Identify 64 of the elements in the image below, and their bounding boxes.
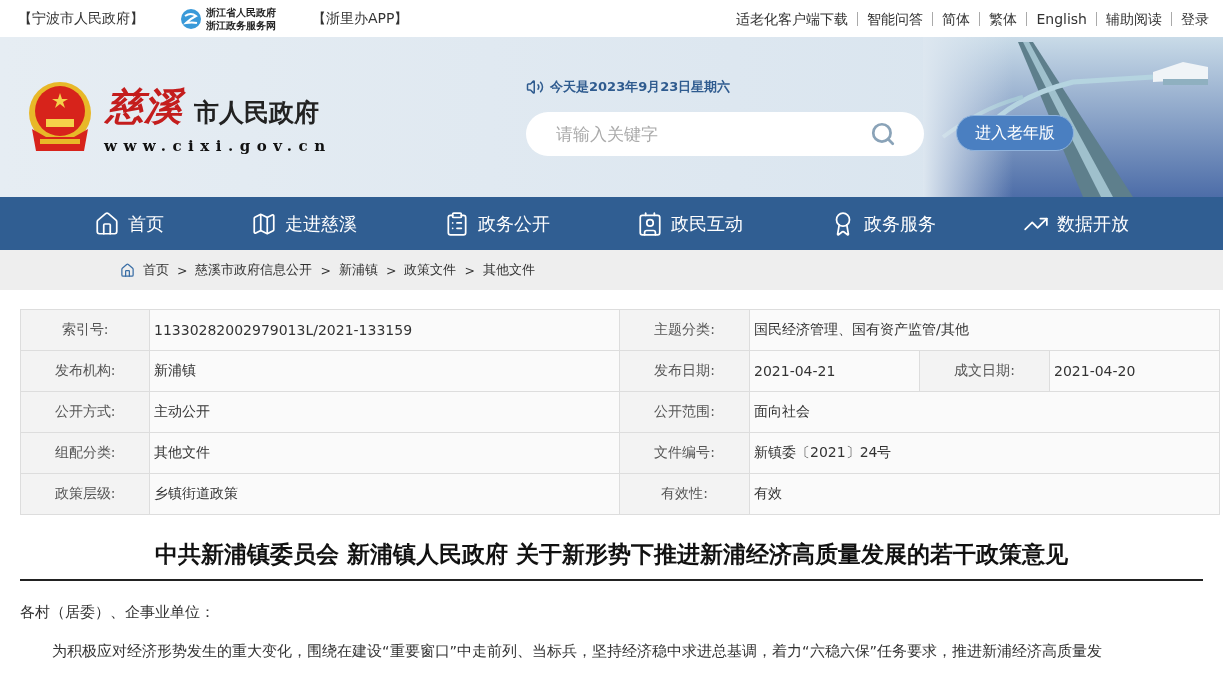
field-value: 主动公开	[150, 392, 620, 433]
field-value: 2021-04-21	[750, 351, 920, 392]
field-value: 新浦镇	[150, 351, 620, 392]
field-label: 发布机构:	[21, 351, 150, 392]
breadcrumb-separator: >	[464, 262, 475, 278]
field-value: 有效	[750, 474, 1220, 515]
field-value: 面向社会	[750, 392, 1220, 433]
field-label: 组配分类:	[21, 433, 150, 474]
field-value: 其他文件	[150, 433, 620, 474]
field-value: 乡镇街道政策	[150, 474, 620, 515]
breadcrumb-separator: >	[177, 262, 188, 278]
field-label: 发布日期:	[620, 351, 750, 392]
breadcrumb-link[interactable]: 慈溪市政府信息公开	[195, 261, 313, 279]
search-field[interactable]: 请输入关键字	[526, 112, 924, 156]
breadcrumb-separator: >	[385, 262, 397, 278]
field-label: 成文日期:	[920, 351, 1050, 392]
home-icon[interactable]	[120, 262, 135, 278]
nav-item[interactable]: 数据开放	[1023, 210, 1130, 237]
logo-text: 浙江省人民政府	[206, 5, 276, 19]
article-title: 中共新浦镇委员会 新浦镇人民政府 关于新形势下推进新浦经济高质量发展的若干政策意见	[20, 539, 1203, 581]
date-text: 今天是2023年9月23日星期六	[550, 78, 731, 96]
search-icon[interactable]	[870, 121, 896, 147]
top-link[interactable]: 【浙里办APP】	[312, 9, 409, 28]
logo-title: 市人民政府	[194, 97, 319, 129]
field-label: 政策层级:	[21, 474, 150, 515]
breadcrumb-link[interactable]: 首页	[143, 261, 169, 279]
field-label: 有效性:	[620, 474, 750, 515]
breadcrumb-link[interactable]: 新浦镇	[338, 261, 378, 279]
nav-item[interactable]: 政民互动	[637, 210, 744, 237]
nav-item[interactable]: 政务公开	[443, 210, 550, 237]
logo-text: 浙江政务服务网	[206, 18, 276, 32]
field-value: 2021-04-20	[1050, 351, 1220, 392]
breadcrumb-link[interactable]: 政策文件	[404, 261, 457, 279]
field-value: 11330282002979013L/2021-133159	[150, 310, 620, 351]
top-link[interactable]: 【宁波市人民政府】	[18, 9, 144, 28]
top-link[interactable]: 适老化客户端下载	[727, 11, 858, 26]
field-value: 新镇委〔2021〕24号	[750, 433, 1220, 474]
salutation: 各村（居委）、企事业单位：	[20, 603, 216, 622]
breadcrumb-separator: >	[320, 262, 331, 278]
contact-card-icon	[637, 210, 664, 237]
field-label: 主题分类:	[620, 310, 750, 351]
zhejiang-logo-icon	[180, 7, 202, 30]
nav-item[interactable]: 走进慈溪	[250, 210, 357, 237]
field-value: 国民经济管理、国有资产监管/其他	[750, 310, 1220, 351]
logo-calligraphy: 慈溪	[104, 79, 190, 133]
top-link[interactable]: English	[1026, 11, 1096, 26]
field-label: 索引号:	[21, 310, 150, 351]
nav-item[interactable]: 政务服务	[830, 210, 937, 237]
nav-item[interactable]: 首页	[93, 210, 164, 237]
field-label: 文件编号:	[620, 433, 750, 474]
field-label: 公开范围:	[620, 392, 750, 433]
field-label: 公开方式:	[21, 392, 150, 433]
top-link[interactable]: 繁体	[979, 11, 1027, 26]
top-link[interactable]: 辅助阅读	[1096, 11, 1171, 26]
speaker-icon[interactable]	[526, 78, 544, 96]
top-link[interactable]: 登录	[1171, 11, 1209, 26]
logo-url: www.cixi.gov.cn	[104, 137, 332, 155]
breadcrumb-link[interactable]: 其他文件	[482, 261, 535, 279]
elder-version-button[interactable]: 进入老年版	[956, 115, 1074, 151]
emblem-icon	[26, 81, 94, 153]
paragraph: 为积极应对经济形势发生的重大变化，围绕在建设“重要窗口”中走前列、当标兵，坚持经济稳中求进总基调，着力“六稳六保”任务要求，推进新浦经济高质量发	[51, 642, 1104, 661]
top-link[interactable]: 智能问答	[857, 11, 933, 26]
home-icon	[93, 210, 120, 237]
top-link[interactable]: 简体	[932, 11, 980, 26]
